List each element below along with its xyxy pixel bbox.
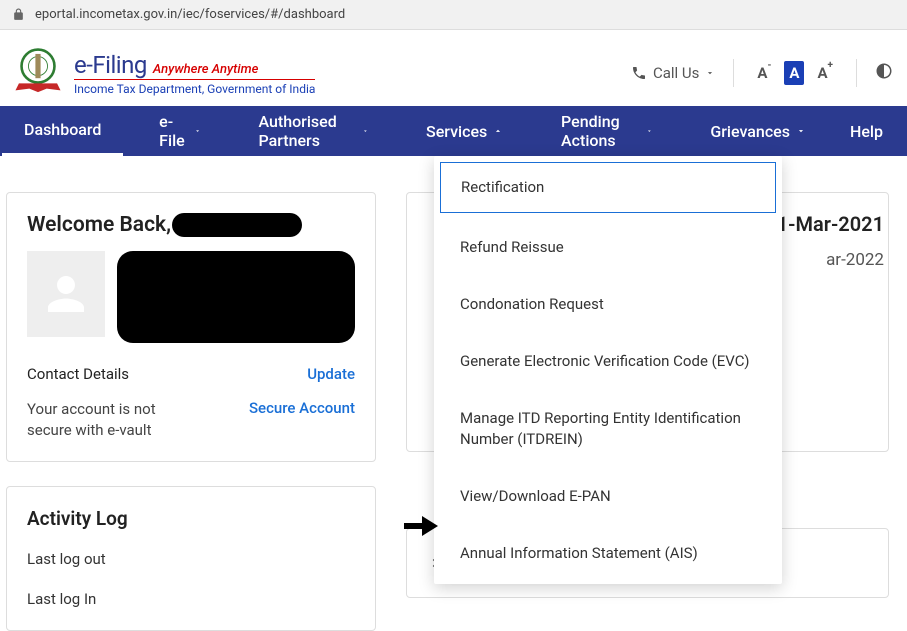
arrow-right-icon xyxy=(404,516,438,536)
menu-refund-reissue[interactable]: Refund Reissue xyxy=(434,219,782,276)
chevron-down-icon xyxy=(705,68,715,78)
person-icon xyxy=(39,264,93,324)
nav-services[interactable]: Services xyxy=(404,106,525,156)
chevron-down-icon xyxy=(646,126,653,136)
welcome-card: Welcome Back, Contact Details Update You… xyxy=(6,192,376,462)
menu-ais[interactable]: Annual Information Statement (AIS) xyxy=(434,525,782,582)
text-size-increase[interactable]: A+ xyxy=(812,61,838,85)
arrow-annotation xyxy=(404,516,438,540)
phone-icon xyxy=(631,65,647,81)
call-us-button[interactable]: Call Us xyxy=(631,64,715,82)
chevron-down-icon xyxy=(194,126,201,136)
nav-pending-actions[interactable]: Pending Actions xyxy=(539,106,675,156)
contrast-icon xyxy=(875,62,893,80)
date-partial: ar-2022 xyxy=(826,250,884,270)
browser-url-bar: eportal.incometax.gov.in/iec/foservices/… xyxy=(0,0,907,30)
services-dropdown: Rectification Refund Reissue Condonation… xyxy=(434,156,782,584)
brand-title: e-Filing xyxy=(74,51,147,79)
menu-epan[interactable]: View/Download E-PAN xyxy=(434,468,782,525)
call-us-label: Call Us xyxy=(653,64,699,82)
menu-evc[interactable]: Generate Electronic Verification Code (E… xyxy=(434,333,782,390)
menu-condonation[interactable]: Condonation Request xyxy=(434,276,782,333)
date-range-end: 31-Mar-2021 xyxy=(765,212,884,236)
nav-authorised-partners[interactable]: Authorised Partners xyxy=(236,106,390,156)
page-header: e-Filing Anywhere Anytime Income Tax Dep… xyxy=(0,30,907,106)
activity-log-card: Activity Log Last log out Last log In xyxy=(6,486,376,631)
brand-subtitle: Income Tax Department, Government of Ind… xyxy=(74,79,315,96)
menu-rectification[interactable]: Rectification xyxy=(440,162,776,213)
redacted-profile-info xyxy=(117,251,355,343)
nav-grievances[interactable]: Grievances xyxy=(688,106,828,156)
nav-help[interactable]: Help xyxy=(828,106,905,156)
secure-account-link[interactable]: Secure Account xyxy=(249,399,355,441)
evault-status: Your account is not secure with e-vault xyxy=(27,399,187,441)
url-text: eportal.incometax.gov.in/iec/foservices/… xyxy=(35,7,345,22)
brand-block: e-Filing Anywhere Anytime Income Tax Dep… xyxy=(12,47,315,99)
welcome-title: Welcome Back, xyxy=(27,213,355,237)
redacted-name xyxy=(172,213,302,237)
nav-efile[interactable]: e-File xyxy=(137,106,223,156)
logo-emblem xyxy=(12,47,64,99)
last-login-row: Last log In xyxy=(27,590,355,608)
divider xyxy=(733,59,734,87)
lock-icon xyxy=(12,8,25,21)
chevron-up-icon xyxy=(493,126,503,136)
header-controls: Call Us A- A A+ xyxy=(631,59,893,87)
chevron-down-icon xyxy=(362,126,369,136)
activity-log-title: Activity Log xyxy=(27,507,355,530)
text-size-normal[interactable]: A xyxy=(784,61,804,85)
nav-dashboard[interactable]: Dashboard xyxy=(2,106,123,156)
avatar-placeholder xyxy=(27,251,105,337)
last-logout-row: Last log out xyxy=(27,550,355,568)
contact-details-label: Contact Details xyxy=(27,365,129,383)
brand-tagline: Anywhere Anytime xyxy=(153,62,258,77)
contrast-toggle[interactable] xyxy=(875,62,893,84)
text-size-decrease[interactable]: A- xyxy=(752,61,776,85)
chevron-down-icon xyxy=(796,126,806,136)
main-nav: Dashboard e-File Authorised Partners Ser… xyxy=(0,106,907,156)
menu-itdrein[interactable]: Manage ITD Reporting Entity Identificati… xyxy=(434,390,782,468)
divider xyxy=(856,59,857,87)
update-contact-link[interactable]: Update xyxy=(307,365,355,383)
